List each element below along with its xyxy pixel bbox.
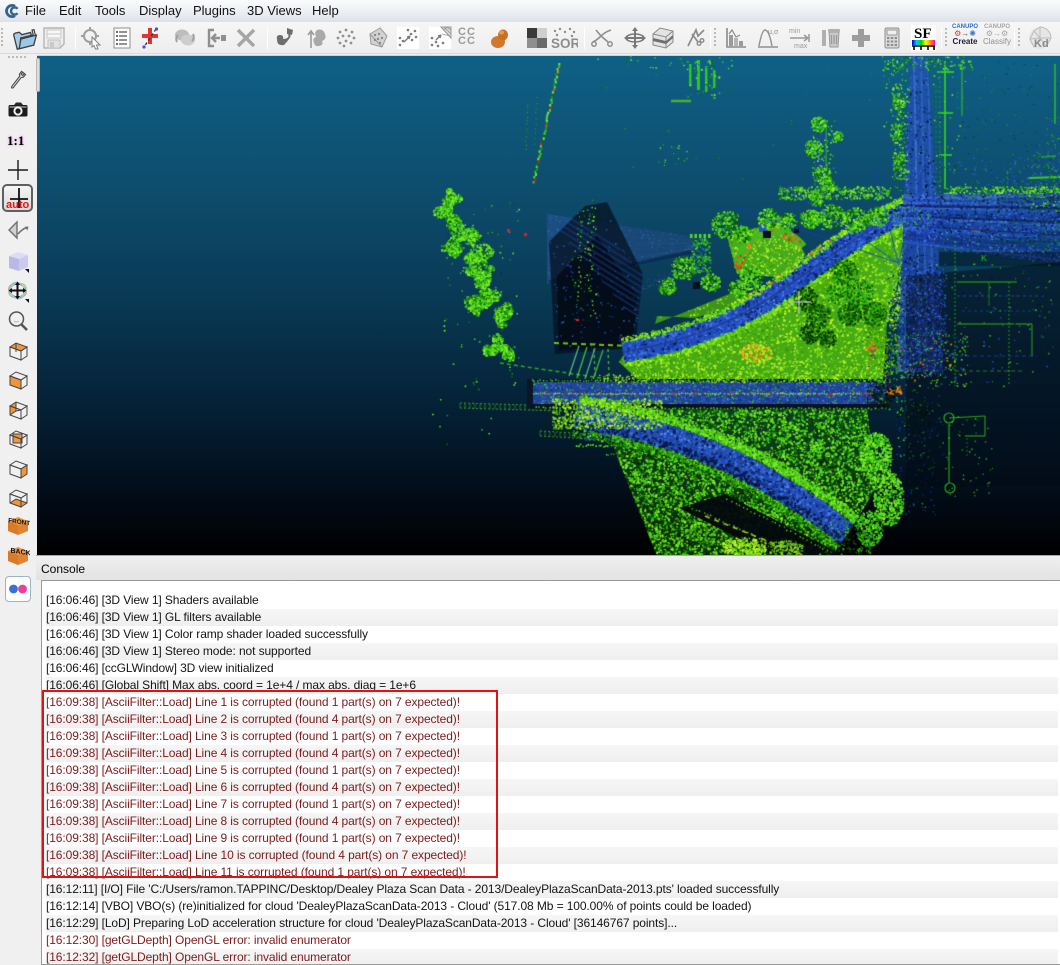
svg-text:SOR: SOR bbox=[551, 36, 578, 50]
svg-text:max: max bbox=[794, 43, 808, 50]
svg-text:min: min bbox=[789, 28, 800, 35]
svg-text:SF: SF bbox=[914, 26, 932, 42]
svg-text:Kd: Kd bbox=[1034, 38, 1049, 50]
svg-text:μ,σ: μ,σ bbox=[768, 29, 779, 36]
